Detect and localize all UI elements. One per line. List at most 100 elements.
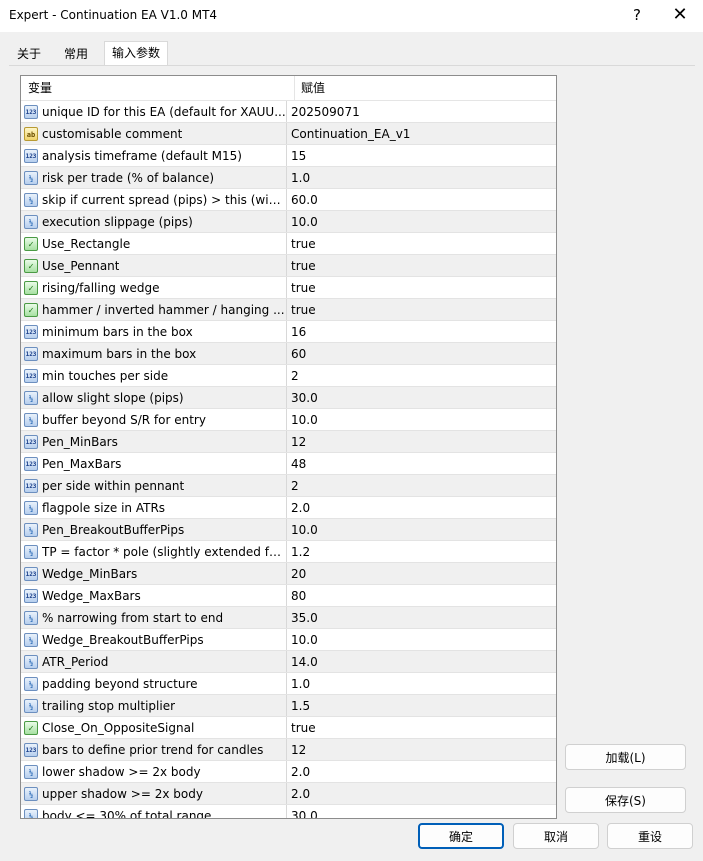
variable-cell: ½ buffer beyond S/R for entry xyxy=(21,409,287,430)
cancel-button[interactable]: 取消 xyxy=(513,823,599,849)
table-row[interactable]: 123 analysis timeframe (default M15) 15 xyxy=(21,145,556,167)
boolean-type-icon: ✓ xyxy=(24,280,38,295)
close-icon[interactable]: ✕ xyxy=(669,4,691,26)
table-row[interactable]: ½ lower shadow >= 2x body 2.0 xyxy=(21,761,556,783)
table-row[interactable]: ✓ rising/falling wedge true xyxy=(21,277,556,299)
variable-name: Close_On_OppositeSignal xyxy=(42,720,195,735)
double-type-icon: ½ xyxy=(24,610,38,625)
table-row[interactable]: 123 bars to define prior trend for candle… xyxy=(21,739,556,761)
value-cell[interactable]: 2 xyxy=(287,365,299,386)
tab-about[interactable]: 关于 xyxy=(9,43,49,66)
string-type-icon: ab xyxy=(24,126,38,141)
value-cell[interactable]: 2.0 xyxy=(287,497,310,518)
column-header-variable[interactable]: 变量 xyxy=(21,76,295,100)
value-cell[interactable]: 1.2 xyxy=(287,541,310,562)
value-cell[interactable]: 30.0 xyxy=(287,387,318,408)
value-cell[interactable]: Continuation_EA_v1 xyxy=(287,123,410,144)
double-type-icon: ½ xyxy=(24,698,38,713)
table-row[interactable]: 123 unique ID for this EA (default for XA… xyxy=(21,101,556,123)
table-row[interactable]: 123 Pen_MinBars 12 xyxy=(21,431,556,453)
table-row[interactable]: ½ Wedge_BreakoutBufferPips 10.0 xyxy=(21,629,556,651)
value-cell[interactable]: true xyxy=(287,233,316,254)
table-row[interactable]: ½ execution slippage (pips) 10.0 xyxy=(21,211,556,233)
table-row[interactable]: ½ buffer beyond S/R for entry 10.0 xyxy=(21,409,556,431)
table-row[interactable]: ✓ Use_Rectangle true xyxy=(21,233,556,255)
table-row[interactable]: 123 Wedge_MinBars 20 xyxy=(21,563,556,585)
value-cell[interactable]: 2 xyxy=(287,475,299,496)
value-cell[interactable]: true xyxy=(287,717,316,738)
variable-cell: 123 analysis timeframe (default M15) xyxy=(21,145,287,166)
integer-type-icon: 123 xyxy=(24,434,38,449)
table-row[interactable]: ab customisable comment Continuation_EA_v1 xyxy=(21,123,556,145)
variable-cell: ½ flagpole size in ATRs xyxy=(21,497,287,518)
value-cell[interactable]: 1.0 xyxy=(287,673,310,694)
variable-cell: ✓ hammer / inverted hammer / hanging ... xyxy=(21,299,287,320)
table-row[interactable]: ½ trailing stop multiplier 1.5 xyxy=(21,695,556,717)
value-cell[interactable]: 48 xyxy=(287,453,306,474)
table-row[interactable]: ½ % narrowing from start to end 35.0 xyxy=(21,607,556,629)
inputs-table[interactable]: 变量 赋值 123 unique ID for this EA (default … xyxy=(20,75,557,819)
variable-name: per side within pennant xyxy=(42,478,185,493)
integer-type-icon: 123 xyxy=(24,588,38,603)
ok-button[interactable]: 确定 xyxy=(418,823,504,849)
table-row[interactable]: ½ skip if current spread (pips) > this (w… xyxy=(21,189,556,211)
table-row[interactable]: ½ padding beyond structure 1.0 xyxy=(21,673,556,695)
column-header-value[interactable]: 赋值 xyxy=(295,76,325,100)
value-cell[interactable]: 12 xyxy=(287,431,306,452)
table-row[interactable]: ✓ Use_Pennant true xyxy=(21,255,556,277)
table-row[interactable]: ½ body <= 30% of total range 30.0 xyxy=(21,805,556,819)
value-cell[interactable]: 14.0 xyxy=(287,651,318,672)
tab-common[interactable]: 常用 xyxy=(54,43,98,66)
table-row[interactable]: ½ Pen_BreakoutBufferPips 10.0 xyxy=(21,519,556,541)
tab-inputs[interactable]: 输入参数 xyxy=(104,41,168,66)
value-cell[interactable]: 12 xyxy=(287,739,306,760)
table-row[interactable]: ½ risk per trade (% of balance) 1.0 xyxy=(21,167,556,189)
variable-cell: ½ % narrowing from start to end xyxy=(21,607,287,628)
integer-type-icon: 123 xyxy=(24,478,38,493)
reset-button[interactable]: 重设 xyxy=(607,823,693,849)
variable-name: customisable comment xyxy=(42,126,183,141)
value-cell[interactable]: 10.0 xyxy=(287,409,318,430)
table-row[interactable]: ✓ Close_On_OppositeSignal true xyxy=(21,717,556,739)
value-cell[interactable]: 10.0 xyxy=(287,629,318,650)
value-cell[interactable]: 10.0 xyxy=(287,211,318,232)
value-cell[interactable]: 2.0 xyxy=(287,761,310,782)
variable-cell: 123 per side within pennant xyxy=(21,475,287,496)
table-row[interactable]: ½ upper shadow >= 2x body 2.0 xyxy=(21,783,556,805)
value-cell[interactable]: 16 xyxy=(287,321,306,342)
value-cell[interactable]: 15 xyxy=(287,145,306,166)
value-cell[interactable]: 60 xyxy=(287,343,306,364)
table-row[interactable]: ✓ hammer / inverted hammer / hanging ... t… xyxy=(21,299,556,321)
boolean-type-icon: ✓ xyxy=(24,258,38,273)
variable-cell: ½ execution slippage (pips) xyxy=(21,211,287,232)
value-cell[interactable]: true xyxy=(287,299,316,320)
value-cell[interactable]: 30.0 xyxy=(287,805,318,819)
value-cell[interactable]: true xyxy=(287,255,316,276)
value-cell[interactable]: 1.5 xyxy=(287,695,310,716)
value-cell[interactable]: 1.0 xyxy=(287,167,310,188)
value-cell[interactable]: 20 xyxy=(287,563,306,584)
table-row[interactable]: 123 Pen_MaxBars 48 xyxy=(21,453,556,475)
value-cell[interactable]: 60.0 xyxy=(287,189,318,210)
value-cell[interactable]: true xyxy=(287,277,316,298)
variable-cell: ½ padding beyond structure xyxy=(21,673,287,694)
table-row[interactable]: 123 maximum bars in the box 60 xyxy=(21,343,556,365)
table-row[interactable]: ½ ATR_Period 14.0 xyxy=(21,651,556,673)
help-icon[interactable]: ? xyxy=(627,5,647,25)
value-cell[interactable]: 80 xyxy=(287,585,306,606)
table-row[interactable]: 123 min touches per side 2 xyxy=(21,365,556,387)
load-button[interactable]: 加载(L) xyxy=(565,744,686,770)
value-cell[interactable]: 2.0 xyxy=(287,783,310,804)
table-row[interactable]: 123 minimum bars in the box 16 xyxy=(21,321,556,343)
table-row[interactable]: 123 Wedge_MaxBars 80 xyxy=(21,585,556,607)
table-row[interactable]: ½ flagpole size in ATRs 2.0 xyxy=(21,497,556,519)
value-cell[interactable]: 10.0 xyxy=(287,519,318,540)
variable-name: buffer beyond S/R for entry xyxy=(42,412,206,427)
value-cell[interactable]: 35.0 xyxy=(287,607,318,628)
value-cell[interactable]: 202509071 xyxy=(287,101,360,122)
table-row[interactable]: ½ TP = factor * pole (slightly extended f… xyxy=(21,541,556,563)
save-button[interactable]: 保存(S) xyxy=(565,787,686,813)
table-row[interactable]: ½ allow slight slope (pips) 30.0 xyxy=(21,387,556,409)
double-type-icon: ½ xyxy=(24,170,38,185)
table-row[interactable]: 123 per side within pennant 2 xyxy=(21,475,556,497)
